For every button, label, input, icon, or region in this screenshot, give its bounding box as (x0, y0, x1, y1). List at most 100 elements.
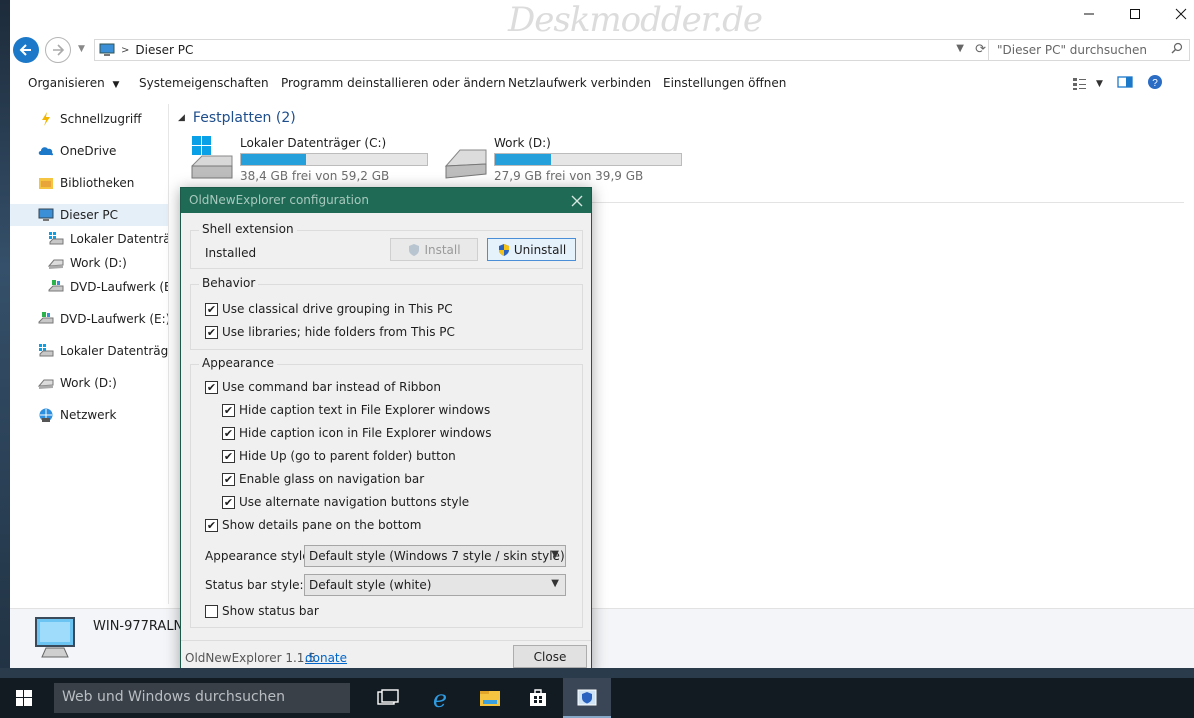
windows-drive-icon (191, 136, 233, 179)
sidebar-item[interactable]: OneDrive (10, 140, 168, 162)
drive-d-tile[interactable]: Work (D:) 27,9 GB frei von 39,9 GB (442, 134, 682, 186)
sidebar-item[interactable]: Bibliotheken (10, 172, 168, 194)
option-checkbox[interactable]: ✔ Use alternate navigation buttons style (222, 495, 469, 509)
option-checkbox[interactable]: ✔ Use libraries; hide folders from This P… (205, 325, 455, 339)
drive-icon (48, 255, 64, 271)
sidebar-item[interactable]: Netzwerk (10, 404, 168, 426)
oldnewexplorer-taskbar-button[interactable] (563, 678, 611, 718)
address-bar[interactable]: > Dieser PC ▼ ⟳ (94, 39, 991, 61)
system-properties-button[interactable]: Systemeigenschaften (139, 76, 269, 90)
sidebar-item-label: Schnellzugriff (60, 112, 142, 126)
checkbox-box: ✔ (222, 403, 235, 417)
maximize-button[interactable] (1112, 0, 1158, 28)
option-checkbox[interactable]: ✔ Hide caption icon in File Explorer wind… (222, 426, 491, 440)
uninstall-label: Uninstall (513, 242, 567, 257)
pane-divider[interactable] (168, 104, 169, 604)
group-label: Shell extension (199, 222, 297, 236)
organize-menu[interactable]: Organisieren ▼ (28, 76, 119, 90)
map-network-drive-button[interactable]: Netzlaufwerk verbinden (508, 76, 651, 90)
drive-c-icon (48, 231, 64, 247)
minimize-icon (1084, 13, 1094, 15)
behavior-group: Behavior (190, 276, 583, 350)
sidebar-item[interactable]: DVD-Laufwerk (E: (48, 276, 168, 298)
appearance-style-select[interactable]: Default style (Windows 7 style / skin st… (304, 545, 566, 567)
internet-explorer-icon: e (433, 686, 447, 710)
checkbox-box: ✔ (205, 325, 218, 339)
collapse-icon: ◢ (178, 113, 185, 123)
preview-pane-button[interactable] (1117, 75, 1133, 92)
forward-button[interactable] (45, 37, 71, 63)
dialog-title-bar[interactable]: OldNewExplorer configuration (181, 188, 591, 213)
taskbar-search-input[interactable]: Web und Windows durchsuchen (54, 683, 350, 713)
uninstall-button[interactable]: Uninstall (487, 238, 576, 261)
checkbox-label: Hide caption text in File Explorer windo… (239, 403, 491, 417)
computer-name: WIN-977RALNC (93, 619, 193, 634)
option-checkbox[interactable]: ✔ Use command bar instead of Ribbon (205, 380, 441, 394)
drive-usage-fill (241, 154, 307, 165)
donate-link[interactable]: donate (305, 651, 347, 665)
sidebar-item-label: Work (D:) (60, 376, 117, 390)
task-view-button[interactable] (364, 678, 412, 718)
change-view-button[interactable]: ▼ (1072, 77, 1103, 91)
recent-locations-button[interactable]: ▼ (78, 44, 85, 54)
dvd-icon (38, 311, 54, 327)
address-path: Dieser PC (135, 43, 194, 57)
network-icon (38, 407, 54, 423)
help-button[interactable]: ? (1147, 74, 1163, 93)
uninstall-program-button[interactable]: Programm deinstallieren oder ändern (281, 76, 506, 90)
back-button[interactable] (13, 37, 39, 63)
taskbar: Web und Windows durchsuchen e (0, 678, 1194, 718)
option-checkbox[interactable]: ✔ Hide caption text in File Explorer wind… (222, 403, 490, 417)
sidebar-item[interactable]: Dieser PC (10, 204, 168, 226)
open-settings-button[interactable]: Einstellungen öffnen (663, 76, 786, 90)
version-text: OldNewExplorer 1.1.5 (185, 651, 316, 665)
option-checkbox[interactable]: ✔ Use classical drive grouping in This PC (205, 302, 453, 316)
status-bar-style-select[interactable]: Default style (white) ▼ (304, 574, 566, 596)
preview-pane-icon (1117, 76, 1133, 88)
sidebar-item[interactable]: Lokaler Datenträg (48, 228, 168, 250)
drive-c-tile[interactable]: Lokaler Datenträger (C:) 38,4 GB frei vo… (188, 134, 428, 186)
checkbox-label: Use classical drive grouping in This PC (222, 302, 453, 316)
show-status-bar-checkbox[interactable]: Show status bar (205, 604, 319, 618)
computer-icon (35, 617, 75, 658)
status-bar-style-value: Default style (white) (309, 578, 432, 592)
sidebar-item[interactable]: Lokaler Datenträger ( (10, 340, 168, 362)
desktop-background (0, 0, 10, 668)
group-label: Appearance (199, 356, 278, 370)
sidebar-item[interactable]: Schnellzugriff (10, 108, 168, 130)
sidebar-item[interactable]: Work (D:) (10, 372, 168, 394)
refresh-icon[interactable]: ⟳ (975, 42, 986, 57)
option-checkbox[interactable]: ✔ Hide Up (go to parent folder) button (222, 449, 456, 463)
title-bar[interactable]: Deskmodder.de (10, 0, 1194, 40)
arrow-left-icon (19, 44, 31, 56)
chevron-down-icon: ▼ (551, 578, 559, 589)
option-checkbox[interactable]: ✔ Enable glass on navigation bar (222, 472, 424, 486)
maximize-icon (1130, 9, 1140, 19)
store-button[interactable] (514, 678, 562, 718)
appearance-style-label: Appearance style: (205, 549, 314, 563)
checkbox-label: Hide caption icon in File Explorer windo… (239, 426, 492, 440)
group-header[interactable]: ◢ Festplatten (2) (178, 110, 296, 126)
start-button[interactable] (0, 678, 48, 718)
search-input[interactable]: "Dieser PC" durchsuchen (988, 39, 1190, 61)
drive-c-icon (38, 343, 54, 359)
sidebar-item-label: DVD-Laufwerk (E:) J_ (60, 312, 168, 326)
install-status: Installed (205, 246, 257, 260)
drive-usage-fill (495, 154, 551, 165)
dialog-close-button[interactable] (571, 190, 583, 211)
file-explorer-taskbar-button[interactable] (466, 678, 514, 718)
address-dropdown-icon[interactable]: ▼ (956, 43, 964, 54)
navigation-bar: ▼ > Dieser PC ▼ ⟳ "Dieser PC" durchsuche… (10, 34, 1194, 66)
install-button[interactable]: Install (390, 238, 478, 261)
config-dialog: OldNewExplorer configuration Shell exten… (180, 187, 592, 674)
group-label: Behavior (199, 276, 259, 290)
minimize-button[interactable] (1066, 0, 1112, 28)
close-button[interactable]: Close (513, 645, 587, 668)
app-shield-icon (577, 689, 597, 706)
option-checkbox[interactable]: ✔ Show details pane on the bottom (205, 518, 421, 532)
internet-explorer-button[interactable]: e (416, 678, 464, 718)
close-window-button[interactable] (1158, 0, 1194, 28)
sidebar-item[interactable]: Work (D:) (48, 252, 168, 274)
sidebar-item[interactable]: DVD-Laufwerk (E:) J_ (10, 308, 168, 330)
checkbox-label: Use command bar instead of Ribbon (222, 380, 441, 394)
